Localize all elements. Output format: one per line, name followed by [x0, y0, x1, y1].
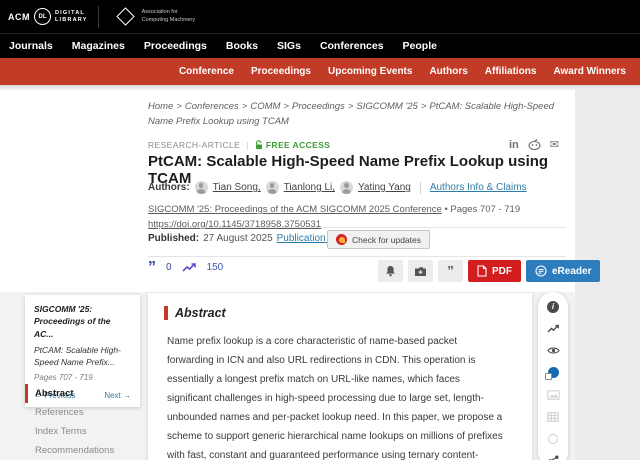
acm-dl-gear-icon: DL: [34, 8, 51, 25]
folder-plus-icon: [414, 266, 427, 277]
authors-info-claims-link[interactable]: Authors Info & Claims: [430, 182, 527, 193]
acm-logo-text: ACM: [8, 12, 30, 22]
conference-nav: Conference Proceedings Upcoming Events A…: [0, 58, 640, 85]
free-access-badge: FREE ACCESS: [255, 140, 331, 150]
ereader-button[interactable]: eReader: [526, 260, 600, 282]
nav-sigs[interactable]: SIGs: [277, 40, 301, 52]
divider: [148, 227, 566, 228]
breadcrumb-conferences[interactable]: Conferences: [185, 101, 239, 112]
cite-button[interactable]: ”: [438, 260, 463, 282]
association-text: Association forComputing Machinery: [142, 9, 196, 23]
main-nav: Journals Magazines Proceedings Books SIG…: [0, 33, 640, 58]
section-nav-references[interactable]: References: [25, 403, 140, 422]
pdf-button[interactable]: PDF: [468, 260, 521, 282]
linkedin-icon[interactable]: in: [509, 139, 519, 151]
confnav-upcoming-events[interactable]: Upcoming Events: [328, 66, 412, 77]
cite-quote-icon: ”: [447, 267, 454, 275]
article-type-row: RESEARCH-ARTICLE | FREE ACCESS: [148, 140, 330, 150]
bell-icon: [385, 265, 396, 277]
section-nav: Abstract References Index Terms Recommen…: [25, 384, 140, 460]
check-for-updates-button[interactable]: Check for updates: [327, 230, 430, 249]
confnav-award-winners[interactable]: Award Winners: [553, 66, 626, 77]
author-link[interactable]: Tianlong Li,: [284, 182, 335, 193]
breadcrumb: Home>Conferences>COMM>Proceedings>SIGCOM…: [148, 100, 568, 129]
nav-people[interactable]: People: [403, 40, 437, 52]
author-link[interactable]: Tian Song,: [213, 182, 261, 193]
article-type-label: RESEARCH-ARTICLE: [148, 140, 240, 150]
acm-diamond-icon: [116, 7, 134, 25]
doi-link[interactable]: https://doi.org/10.1145/3718958.3750531: [148, 217, 321, 232]
metrics-icon[interactable]: [547, 322, 560, 335]
reddit-icon[interactable]: [528, 139, 541, 150]
logo-divider: [98, 6, 99, 28]
abstract-heading-bar: [164, 306, 168, 320]
section-nav-recommendations[interactable]: Recommendations: [25, 441, 140, 460]
share-row: in ✉: [509, 138, 559, 151]
view-icon[interactable]: [547, 344, 560, 357]
downloads-count: 150: [207, 262, 224, 273]
info-icon[interactable]: i: [547, 300, 560, 313]
article-tools-pill: i: [538, 292, 568, 460]
page: ACM DL DIGITALLIBRARY Association forCom…: [0, 0, 640, 460]
breadcrumb-home[interactable]: Home: [148, 101, 173, 112]
nav-books[interactable]: Books: [226, 40, 258, 52]
citation-icon: ”: [148, 263, 156, 273]
pages-label: Pages 707 - 719: [450, 204, 520, 215]
author-avatar: [195, 181, 208, 194]
venue-link[interactable]: SIGCOMM '25: Proceedings of the ACM SIGC…: [148, 204, 442, 215]
breadcrumb-proceedings[interactable]: Proceedings: [292, 101, 345, 112]
alerts-button[interactable]: [378, 260, 403, 282]
open-lock-icon: [255, 140, 263, 150]
author-avatar: [266, 181, 279, 194]
current-paper-title: PtCAM: Scalable High-Speed Name Prefix..…: [34, 344, 131, 369]
authors-label: Authors:: [148, 182, 190, 193]
digital-library-text: DIGITALLIBRARY: [55, 10, 88, 24]
section-nav-index-terms[interactable]: Index Terms: [25, 422, 140, 441]
confnav-affiliations[interactable]: Affiliations: [485, 66, 537, 77]
confnav-conference[interactable]: Conference: [179, 66, 234, 77]
card-pages: Pages 707 - 719: [34, 373, 131, 382]
abstract-text: Name prefix lookup is a core characteris…: [167, 332, 506, 460]
nav-conferences[interactable]: Conferences: [320, 40, 384, 52]
breadcrumb-comm[interactable]: COMM: [250, 101, 280, 112]
abstract-heading: Abstract: [164, 306, 532, 320]
citations-badge-icon[interactable]: [547, 366, 560, 379]
pdf-file-icon: [477, 265, 487, 277]
confnav-proceedings[interactable]: Proceedings: [251, 66, 311, 77]
divider: [148, 256, 566, 257]
author-link[interactable]: Yating Yang: [358, 182, 411, 193]
email-icon[interactable]: ✉: [550, 138, 559, 151]
nav-proceedings[interactable]: Proceedings: [144, 40, 207, 52]
ereader-icon: [535, 265, 547, 277]
tables-icon[interactable]: [547, 410, 560, 423]
section-nav-abstract[interactable]: Abstract: [25, 384, 140, 403]
breadcrumb-sigcomm25[interactable]: SIGCOMM '25: [356, 101, 417, 112]
published-label: Published:: [148, 233, 199, 244]
share-icon[interactable]: [547, 454, 560, 460]
acm-association-logo[interactable]: Association forComputing Machinery: [109, 9, 196, 23]
add-to-collection-button[interactable]: [408, 260, 433, 282]
published-date: 27 August 2025: [203, 233, 273, 244]
media-icon[interactable]: [547, 432, 560, 445]
authors-divider: [420, 182, 421, 194]
downloads-trend-icon: [182, 262, 197, 273]
figures-icon[interactable]: [547, 388, 560, 401]
proceeding-title-link[interactable]: SIGCOMM '25: Proceedings of the AC...: [34, 303, 131, 340]
action-buttons: ” PDF eReader: [378, 260, 600, 282]
abstract-card: Abstract Name prefix lookup is a core ch…: [148, 293, 532, 460]
nav-journals[interactable]: Journals: [9, 40, 53, 52]
crossmark-icon: [336, 234, 347, 245]
acm-dl-logo[interactable]: ACM DL DIGITALLIBRARY: [0, 8, 88, 25]
confnav-authors[interactable]: Authors: [429, 66, 467, 77]
author-avatar: [340, 181, 353, 194]
citation-count: 0: [166, 262, 172, 273]
top-brand-bar: ACM DL DIGITALLIBRARY Association forCom…: [0, 0, 640, 33]
authors-row: Authors: Tian Song, Tianlong Li, Yating …: [148, 181, 527, 194]
nav-magazines[interactable]: Magazines: [72, 40, 125, 52]
metrics-row: ” 0 150: [148, 262, 223, 273]
